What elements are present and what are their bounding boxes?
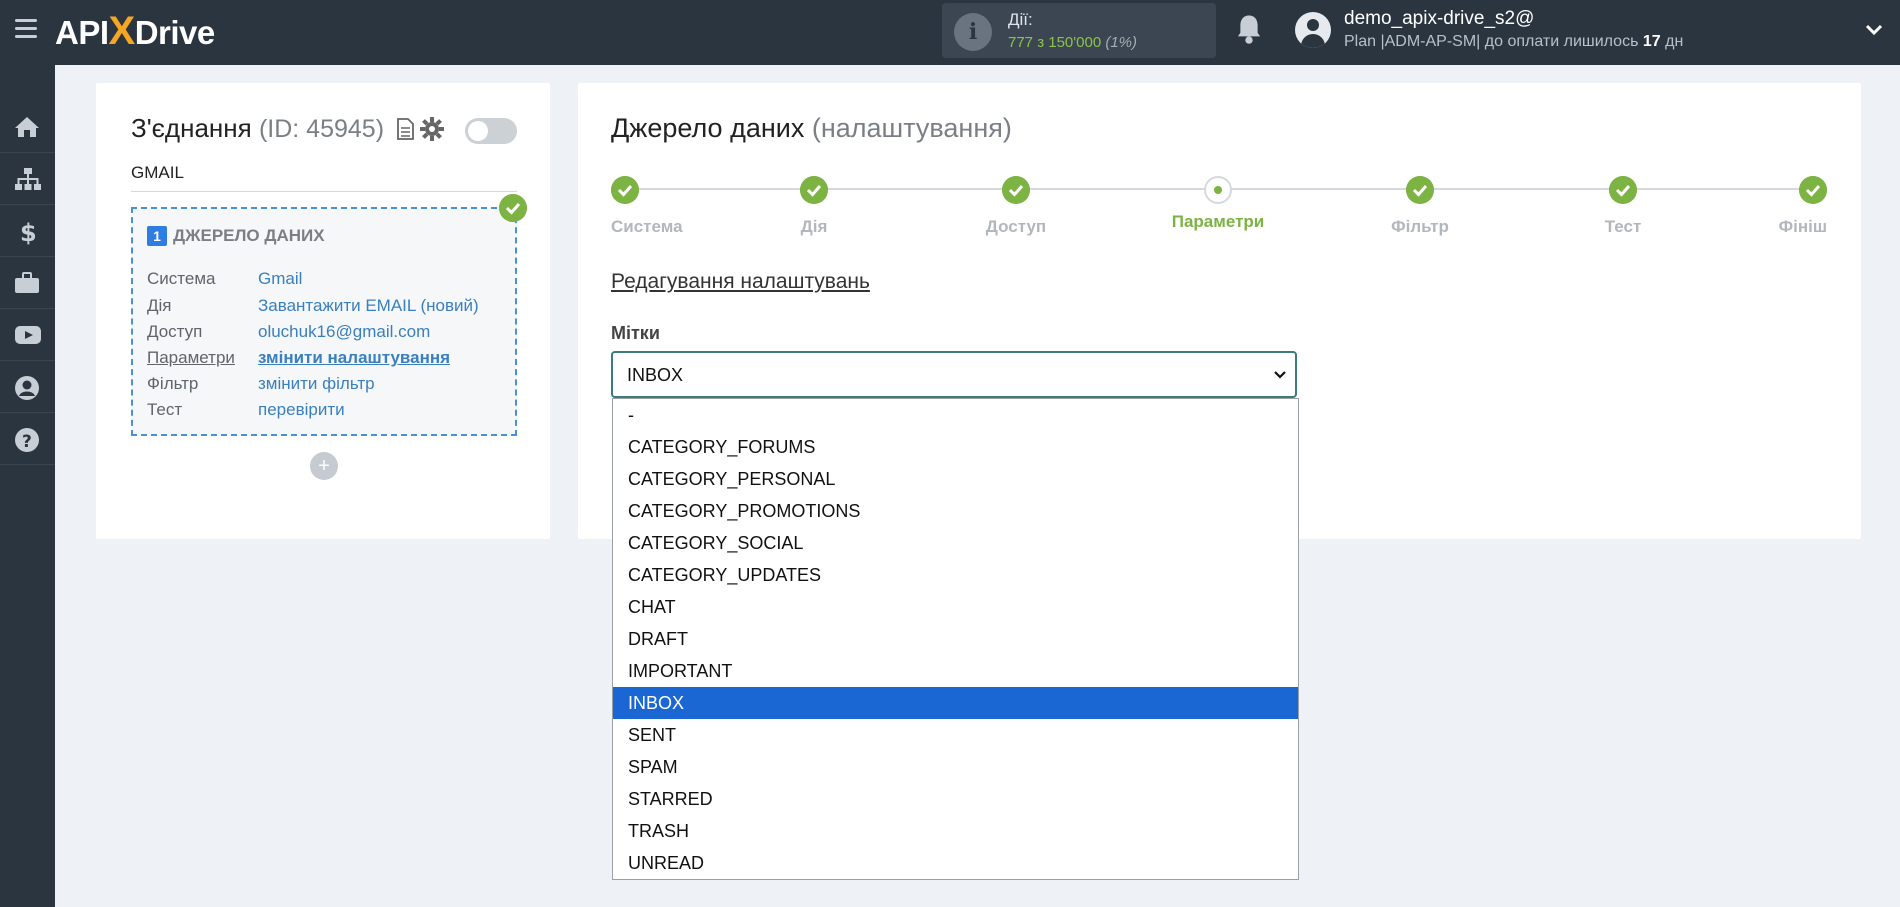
option-item[interactable]: -	[613, 399, 1298, 431]
dollar-icon: $	[20, 219, 37, 245]
bell-icon[interactable]	[1234, 13, 1264, 45]
connection-card: З'єднання (ID: 45945) GMAIL 1 ДЖЕРЕЛО ДАН…	[96, 83, 550, 539]
chevron-down-icon[interactable]	[1864, 20, 1884, 40]
logo[interactable]: APIXDrive	[55, 9, 215, 53]
user-plan: Plan |ADM-AP-SM| до оплати лишилось 17 д…	[1344, 33, 1684, 50]
option-item[interactable]: CATEGORY_PERSONAL	[613, 463, 1298, 495]
labels-dropdown[interactable]: - CATEGORY_FORUMS CATEGORY_PERSONAL CATE…	[612, 398, 1299, 880]
check-icon	[1002, 176, 1030, 204]
check-icon	[1406, 176, 1434, 204]
step-action[interactable]: Дія	[754, 176, 874, 237]
actions-counter[interactable]: i Дії: 777 з 150'000 (1%)	[942, 3, 1216, 58]
option-item[interactable]: CATEGORY_FORUMS	[613, 431, 1298, 463]
source-heading: 1 ДЖЕРЕЛО ДАНИХ	[147, 226, 325, 246]
step-test[interactable]: Тест	[1563, 176, 1683, 237]
add-block-button[interactable]: +	[310, 452, 338, 480]
avatar[interactable]	[1295, 12, 1331, 48]
check-icon	[1799, 176, 1827, 204]
option-item[interactable]: CATEGORY_PROMOTIONS	[613, 495, 1298, 527]
source-row-system[interactable]: Система Gmail	[147, 269, 512, 289]
option-item[interactable]: SPAM	[613, 751, 1298, 783]
svg-text:?: ?	[22, 432, 32, 452]
chevron-down-icon	[1274, 371, 1286, 379]
labels-select[interactable]: INBOX	[611, 351, 1297, 398]
info-icon: i	[954, 13, 992, 51]
sidebar-item-structure[interactable]	[0, 153, 55, 205]
option-item[interactable]: IMPORTANT	[613, 655, 1298, 687]
page-title: Джерело даних (налаштування)	[611, 113, 1012, 143]
option-item[interactable]: DRAFT	[613, 623, 1298, 655]
option-item-selected[interactable]: INBOX	[613, 687, 1298, 719]
sidebar: $ ?	[0, 65, 55, 907]
option-item[interactable]: STARRED	[613, 783, 1298, 815]
labels-caption: Мітки	[611, 323, 660, 343]
gear-icon[interactable]	[419, 116, 445, 142]
source-block[interactable]: 1 ДЖЕРЕЛО ДАНИХ Система Gmail Дія Завантажи…	[131, 207, 517, 436]
step-system[interactable]: Система	[611, 176, 731, 237]
labels-select-value: INBOX	[627, 365, 684, 385]
option-item[interactable]: TRASH	[613, 815, 1298, 847]
sidebar-item-projects[interactable]	[0, 257, 55, 309]
briefcase-icon	[15, 272, 39, 293]
connection-toggle[interactable]	[465, 118, 517, 144]
sidebar-item-video[interactable]	[0, 309, 55, 361]
sidebar-item-account[interactable]	[0, 361, 55, 413]
user-icon	[15, 376, 39, 400]
option-item[interactable]: CHAT	[613, 591, 1298, 623]
source-row-params[interactable]: Параметри змінити налаштування	[147, 348, 512, 368]
top-bar: APIXDrive i Дії: 777 з 150'000 (1%) demo…	[0, 0, 1900, 65]
sidebar-item-help[interactable]: ?	[0, 413, 55, 465]
connection-title: З'єднання (ID: 45945)	[131, 113, 385, 143]
source-row-access[interactable]: Доступ oluchuk16@gmail.com	[147, 322, 512, 342]
sitemap-icon	[15, 168, 41, 190]
menu-icon[interactable]	[15, 19, 37, 41]
connection-name[interactable]: GMAIL	[131, 163, 517, 192]
actions-value: 777 з 150'000 (1%)	[1008, 34, 1138, 51]
option-item[interactable]: CATEGORY_SOCIAL	[613, 527, 1298, 559]
home-icon	[15, 117, 39, 137]
user-name[interactable]: demo_apix-drive_s2@	[1344, 8, 1534, 30]
source-row-action[interactable]: Дія Завантажити EMAIL (новий)	[147, 296, 512, 316]
step-filter[interactable]: Фільтр	[1360, 176, 1480, 237]
step-finish[interactable]: Фініш	[1707, 176, 1827, 237]
step-access[interactable]: Доступ	[956, 176, 1076, 237]
source-row-test[interactable]: Тест перевірити	[147, 400, 512, 420]
source-row-filter[interactable]: Фільтр змінити фільтр	[147, 374, 512, 394]
option-item[interactable]: SENT	[613, 719, 1298, 751]
youtube-icon	[15, 326, 41, 344]
option-item[interactable]: UNREAD	[613, 847, 1298, 879]
check-icon	[1609, 176, 1637, 204]
check-icon	[800, 176, 828, 204]
document-icon[interactable]	[396, 118, 414, 140]
step-params[interactable]: Параметри	[1158, 176, 1278, 232]
check-icon	[499, 194, 527, 222]
help-icon: ?	[15, 428, 39, 452]
actions-label: Дії:	[1008, 10, 1033, 29]
current-step-icon	[1204, 176, 1232, 204]
check-icon	[611, 176, 639, 204]
section-title: Редагування налаштувань	[611, 270, 870, 293]
sidebar-item-billing[interactable]: $	[0, 205, 55, 257]
svg-text:$: $	[20, 219, 37, 245]
sidebar-item-home[interactable]	[0, 101, 55, 153]
option-item[interactable]: CATEGORY_UPDATES	[613, 559, 1298, 591]
